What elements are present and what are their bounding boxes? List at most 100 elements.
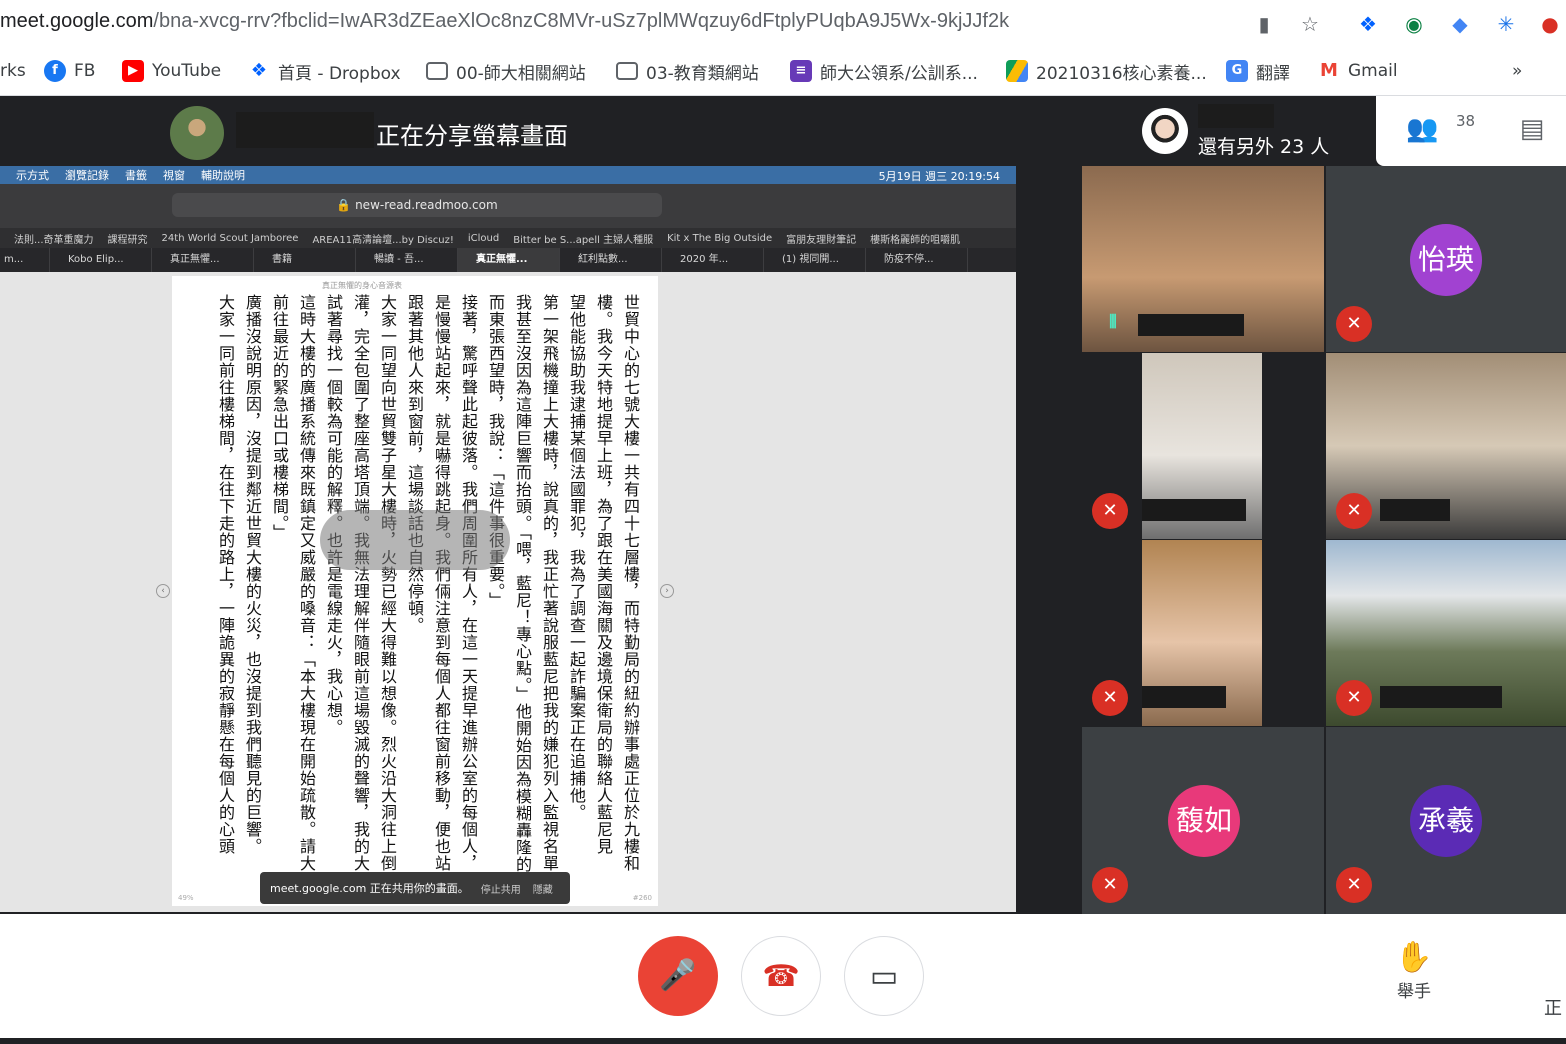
text-column: 試著尋找一個較為可能的解釋。也許是電線走火，我心想。 bbox=[321, 294, 345, 884]
vertical-text: 世貿中心的七號大樓一共有四十七層樓，而特勤局的紐約辦事處正位於九樓和十 樓。我今… bbox=[202, 294, 642, 884]
safari-bookmark: 樓斯格麗師的咀嚼肌 bbox=[870, 234, 961, 246]
people-button[interactable]: 👥 38 bbox=[1406, 112, 1475, 150]
mic-off-icon: ✕ bbox=[1092, 493, 1128, 529]
camera-toggle-button[interactable]: ▭ bbox=[844, 936, 924, 1016]
dropbox-icon: ❖ bbox=[248, 60, 270, 82]
presenting-label: 正在分享螢幕畫面 bbox=[376, 122, 568, 150]
bookmark-cut-label: rks bbox=[0, 61, 26, 81]
participant-avatar: 怡瑛 bbox=[1410, 224, 1482, 296]
people-icon: 👥 bbox=[1406, 114, 1439, 144]
bookmark-folder-03[interactable]: 03-教育類網站 bbox=[616, 58, 759, 84]
bookmark-label: 首頁 - Dropbox bbox=[278, 63, 401, 84]
mic-off-icon: ✕ bbox=[1336, 493, 1372, 529]
participant-name-redacted bbox=[1380, 686, 1502, 708]
extension-shape-icon[interactable]: ◆ bbox=[1448, 12, 1472, 36]
url-path: /bna-xvcg-rrv?fbclid=IwAR3dZEaeXlOc8nzC8… bbox=[153, 10, 1010, 32]
bookmark-translate[interactable]: G 翻譯 bbox=[1226, 58, 1290, 84]
menu-item: 示方式 bbox=[16, 169, 49, 182]
mac-clock: 5月19日 週三 20:19:54 bbox=[878, 170, 1000, 183]
bookmarks-bar: rks f FB ▶ YouTube ❖ 首頁 - Dropbox 00-師大相關網站… bbox=[0, 48, 1566, 96]
text-column: 灌，完全包圍了整座高塔頂端。我無法理解伴隨眼前這場毀滅的聲響，我的大腦立刻 bbox=[351, 294, 370, 872]
extension-snowflake-icon[interactable]: ✳ bbox=[1494, 12, 1518, 36]
raise-hand-icon: ✋ bbox=[1395, 940, 1433, 975]
camera-blocked-icon[interactable]: ▮ bbox=[1252, 12, 1276, 36]
bookmark-fb[interactable]: f FB bbox=[44, 58, 95, 84]
participant-tile-5[interactable]: ✕ bbox=[1082, 540, 1324, 726]
bookmark-label: Gmail bbox=[1348, 61, 1398, 81]
safari-tab: 防疫不停... bbox=[866, 248, 968, 272]
extension-eye-icon[interactable]: ◉ bbox=[1402, 12, 1426, 36]
safari-bookmarks: 法則...奇革重魔力 課程研究 24th World Scout Jambore… bbox=[0, 228, 1016, 248]
bookmark-label: YouTube bbox=[152, 61, 222, 81]
mic-off-icon: ✕ bbox=[1336, 867, 1372, 903]
hide-label: 隱藏 bbox=[532, 884, 553, 896]
safari-tab: (1) 視同開... bbox=[764, 248, 866, 272]
safari-tab: 紅利點數... bbox=[560, 248, 662, 272]
bookmark-drive[interactable]: 20210316核心素養... bbox=[1006, 58, 1207, 84]
gmail-icon: M bbox=[1318, 60, 1340, 82]
drive-icon bbox=[1006, 60, 1028, 82]
dropbox-extension-icon[interactable]: ❖ bbox=[1356, 12, 1380, 36]
chat-button[interactable]: ▤ bbox=[1514, 114, 1550, 150]
text-column: 而東張西望時，我說：「這件事很重要。」 bbox=[486, 294, 505, 609]
safari-bookmark: AREA11高清論壇...by Discuz! bbox=[312, 234, 454, 246]
bookmark-gmail[interactable]: M Gmail bbox=[1318, 58, 1398, 84]
star-bookmark-icon[interactable]: ☆ bbox=[1298, 12, 1322, 36]
text-column: 望他能協助我逮捕某個法國罪犯，我為了調查一起詐騙案正在追捕他。 bbox=[567, 294, 586, 821]
participant-tile-1[interactable]: ⦀ bbox=[1082, 166, 1324, 352]
share-notice-text: meet.google.com 正在共用你的畫面。 bbox=[270, 882, 469, 895]
participant-avatar: 承羲 bbox=[1410, 785, 1482, 857]
page-percent: 49% bbox=[178, 894, 194, 902]
safari-tab: m... bbox=[0, 248, 50, 272]
safari-url-text: new-read.readmoo.com bbox=[355, 198, 498, 212]
speaking-indicator-icon: ⦀ bbox=[1109, 312, 1117, 333]
presenter-name-redacted bbox=[236, 112, 374, 148]
participant-tile-8[interactable]: 承羲 ✕ bbox=[1326, 727, 1566, 914]
safari-bookmark: iCloud bbox=[467, 232, 500, 244]
raise-hand-button[interactable]: ✋ 舉手 bbox=[1388, 940, 1440, 1002]
bookmark-folder-00[interactable]: 00-師大相關網站 bbox=[426, 58, 586, 84]
youtube-icon: ▶ bbox=[122, 60, 144, 82]
share-notice-bar: meet.google.com 正在共用你的畫面。 停止共用 隱藏 bbox=[260, 872, 570, 904]
others-avatar bbox=[1142, 108, 1188, 154]
safari-tab: 2020 年... bbox=[662, 248, 764, 272]
raise-hand-label: 舉手 bbox=[1397, 982, 1431, 1002]
bookmark-label: 師大公領系/公訓系... bbox=[820, 63, 978, 84]
address-bar[interactable]: meet.google.com/bna-xvcg-rrv?fbclid=IwAR… bbox=[0, 0, 1566, 48]
others-count-label: 還有另外 23 人 bbox=[1198, 136, 1330, 158]
url-text[interactable]: meet.google.com/bna-xvcg-rrv?fbclid=IwAR… bbox=[0, 10, 1009, 33]
facebook-icon: f bbox=[44, 60, 66, 82]
bookmark-youtube[interactable]: ▶ YouTube bbox=[122, 58, 221, 84]
participant-tile-3[interactable]: ✕ bbox=[1082, 353, 1324, 539]
page-number: #260 bbox=[632, 894, 652, 902]
mic-toggle-button[interactable]: 🎤 bbox=[638, 936, 718, 1016]
menu-item: 書籤 bbox=[125, 169, 147, 182]
bookmark-forms[interactable]: ≡ 師大公領系/公訓系... bbox=[790, 58, 978, 84]
bookmark-label: 20210316核心素養... bbox=[1036, 63, 1207, 84]
participant-tile-2[interactable]: 怡瑛 ✕ bbox=[1326, 166, 1566, 352]
participant-tile-6[interactable]: ✕ bbox=[1326, 540, 1566, 726]
translate-icon: G bbox=[1226, 60, 1248, 82]
menu-item: 視窗 bbox=[163, 169, 185, 182]
leave-call-button[interactable]: ☎ bbox=[741, 936, 821, 1016]
bookmark-cut[interactable]: rks bbox=[0, 58, 26, 84]
text-column: 大家一同前往樓梯間，在往下走的路上，一陣詭異的寂靜懸在每個人的心頭上。 bbox=[216, 294, 235, 855]
extension-apple-icon[interactable]: ● bbox=[1538, 12, 1562, 36]
presenter-avatar bbox=[170, 106, 224, 160]
stop-share-label: 停止共用 bbox=[480, 884, 521, 896]
text-column: 廣播沒說明原因，沒提到鄰近世貿大樓的火災，也沒提到我們聽見的巨響。 bbox=[243, 294, 262, 855]
text-column: 是慢慢站起來，就是嚇得跳起身。我們倆注意到每個人都往窗前移動，便也站起來 bbox=[432, 294, 451, 872]
others-bar: 還有另外 23 人 bbox=[1132, 96, 1376, 166]
meet-stage: 正在分享螢幕畫面 還有另外 23 人 👥 38 ▤ 示方式 瀏覽記錄 書籤 視窗… bbox=[0, 96, 1566, 914]
participant-tile-7[interactable]: 馥如 ✕ bbox=[1082, 727, 1324, 914]
participant-name-redacted bbox=[1142, 686, 1226, 708]
window-bottom-edge bbox=[0, 1038, 1566, 1044]
bookmark-label: 翻譯 bbox=[1256, 63, 1290, 84]
bookmarks-more-button[interactable]: » bbox=[1512, 58, 1522, 84]
safari-bookmark: 24th World Scout Jamboree bbox=[161, 232, 299, 244]
bookmark-label: 03-教育類網站 bbox=[646, 63, 759, 84]
text-column: 第一架飛機撞上大樓時，說真的，我正忙著說服藍尼把我的嫌犯列入監視名單 bbox=[540, 294, 559, 872]
bookmark-dropbox[interactable]: ❖ 首頁 - Dropbox bbox=[248, 58, 401, 84]
prev-page-icon: ‹ bbox=[156, 584, 170, 598]
participant-tile-4[interactable]: ✕ bbox=[1326, 353, 1566, 539]
